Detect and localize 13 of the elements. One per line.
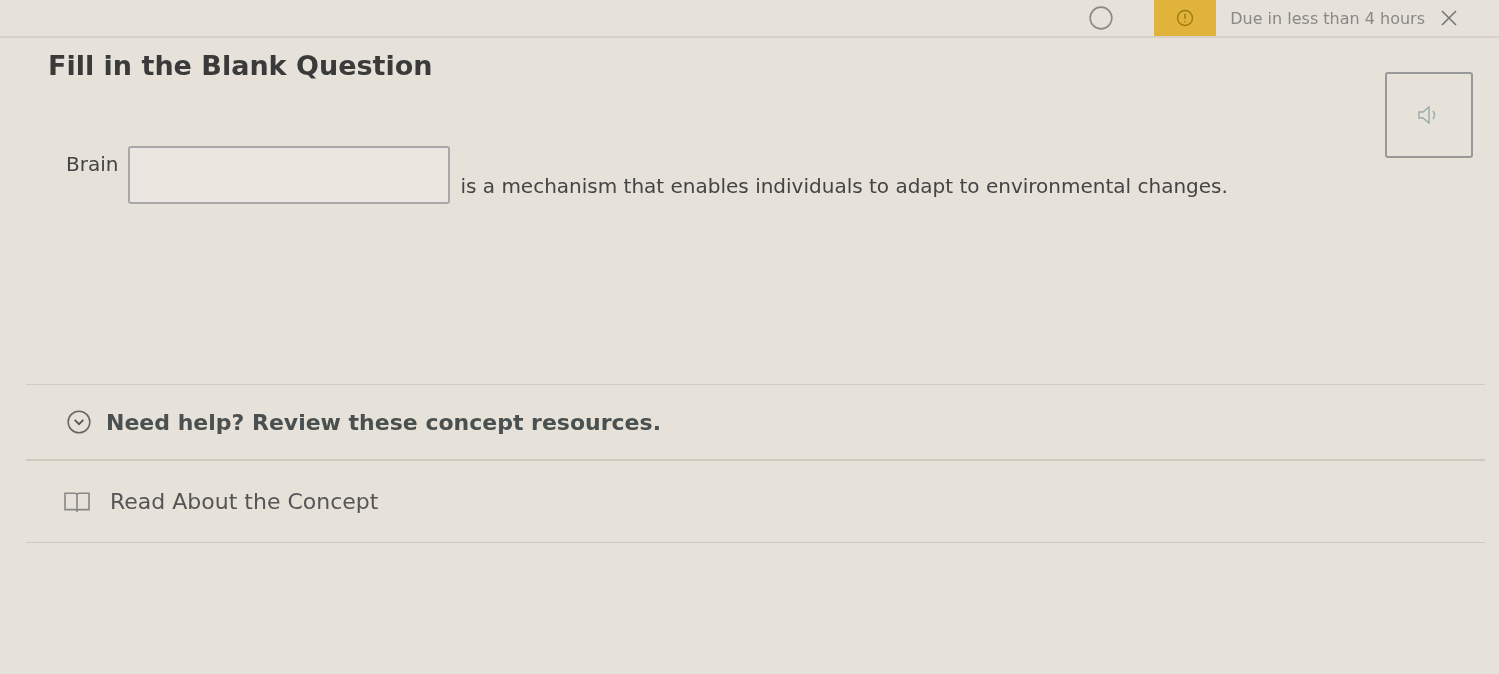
alert-icon bbox=[1175, 8, 1196, 28]
question-title: Fill in the Blank Question bbox=[48, 50, 433, 81]
answer-box[interactable] bbox=[128, 146, 451, 204]
resource-link[interactable]: Read About the Concept bbox=[110, 489, 379, 514]
close-icon[interactable] bbox=[1439, 8, 1459, 28]
question-text: is a mechanism that enables individuals to adapt to environmental changes. bbox=[460, 174, 1228, 198]
book-icon bbox=[62, 489, 92, 514]
audio-button[interactable] bbox=[1385, 72, 1473, 158]
due-notice: Due in less than 4 hours bbox=[1230, 8, 1425, 28]
question-text: Brain bbox=[66, 152, 119, 176]
help-label: Need help? Review these concept resources. bbox=[106, 409, 661, 435]
chevron-icon bbox=[66, 409, 92, 435]
help-toggle[interactable]: Need help? Review these concept resources. bbox=[26, 385, 1485, 461]
